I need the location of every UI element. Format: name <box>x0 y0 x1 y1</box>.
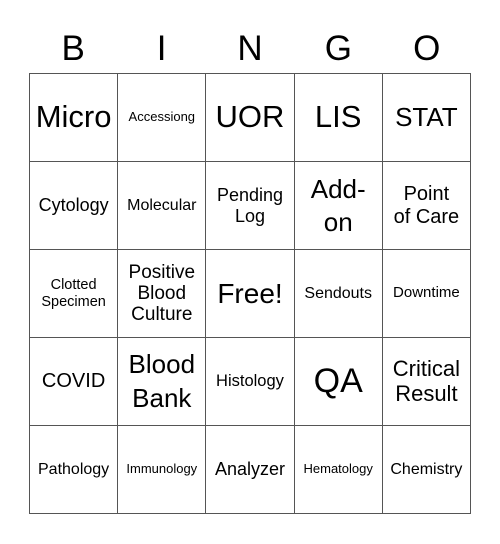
cell-label: Analyzer <box>214 459 285 480</box>
bingo-cell[interactable]: QA <box>294 338 383 426</box>
cell-label: Point of Care <box>393 183 460 228</box>
cell-label: Histology <box>216 372 284 391</box>
bingo-cell[interactable]: Immunology <box>118 426 207 514</box>
header-letter-g: G <box>324 29 352 68</box>
bingo-cell[interactable]: Add- on <box>294 162 383 250</box>
bingo-cell[interactable]: Positive Blood Culture <box>118 250 207 338</box>
cell-label: Downtime <box>393 284 460 302</box>
bingo-cell[interactable]: Sendouts <box>294 250 383 338</box>
cell-label: COVID <box>41 370 106 393</box>
bingo-cell[interactable]: Accessiong <box>118 74 207 162</box>
bingo-cell[interactable]: Molecular <box>118 162 207 250</box>
bingo-cell[interactable]: COVID <box>30 338 119 426</box>
bingo-cell[interactable]: Free! <box>206 250 295 338</box>
cell-label: STAT <box>395 101 458 132</box>
bingo-cell[interactable]: Pathology <box>30 426 119 514</box>
bingo-cell[interactable]: LIS <box>294 74 383 162</box>
bingo-cell[interactable]: Cytology <box>30 162 119 250</box>
cell-label: Molecular <box>127 196 197 214</box>
bingo-cell[interactable]: UOR <box>206 74 295 162</box>
cell-label: Clotted Specimen <box>41 277 106 310</box>
bingo-cell[interactable]: Pending Log <box>206 162 295 250</box>
cell-label: Micro <box>35 99 112 135</box>
cell-label: Sendouts <box>304 284 372 302</box>
bingo-cell[interactable]: Blood Bank <box>118 338 207 426</box>
cell-label: Hematology <box>303 461 373 477</box>
cell-label: Free! <box>217 277 283 309</box>
cell-label: Pending Log <box>216 185 284 226</box>
cell-label: UOR <box>215 99 285 135</box>
bingo-cell[interactable]: Analyzer <box>206 426 295 514</box>
cell-label: Pathology <box>38 460 110 478</box>
header-letter-b: B <box>61 29 85 68</box>
cell-label: LIS <box>314 99 362 135</box>
cell-label: Positive Blood Culture <box>128 261 196 326</box>
cell-label: Accessiong <box>128 109 196 125</box>
bingo-cell[interactable]: Point of Care <box>382 162 471 250</box>
bingo-cell[interactable]: Downtime <box>382 250 471 338</box>
cell-label: Chemistry <box>390 460 463 478</box>
header-letter-i: I <box>156 29 167 68</box>
bingo-cell[interactable]: STAT <box>382 74 471 162</box>
cell-label: Immunology <box>126 461 198 477</box>
bingo-cell[interactable]: Histology <box>206 338 295 426</box>
cell-label: QA <box>313 362 363 401</box>
bingo-cell[interactable]: Critical Result <box>382 338 471 426</box>
bingo-cell[interactable]: Hematology <box>294 426 383 514</box>
bingo-cell[interactable]: Chemistry <box>382 426 471 514</box>
bingo-header: B I N G O <box>29 26 471 72</box>
cell-label: Blood Bank <box>128 348 196 413</box>
bingo-cell[interactable]: Micro <box>30 74 119 162</box>
header-letter-o: O <box>413 29 441 68</box>
cell-label: Critical Result <box>392 355 460 406</box>
header-letter-n: N <box>237 29 263 68</box>
cell-label: Add- on <box>310 174 366 237</box>
bingo-grid: Micro Accessiong UOR LIS STAT Cytology M… <box>29 73 471 514</box>
cell-label: Cytology <box>38 195 109 216</box>
bingo-cell[interactable]: Clotted Specimen <box>30 250 119 338</box>
